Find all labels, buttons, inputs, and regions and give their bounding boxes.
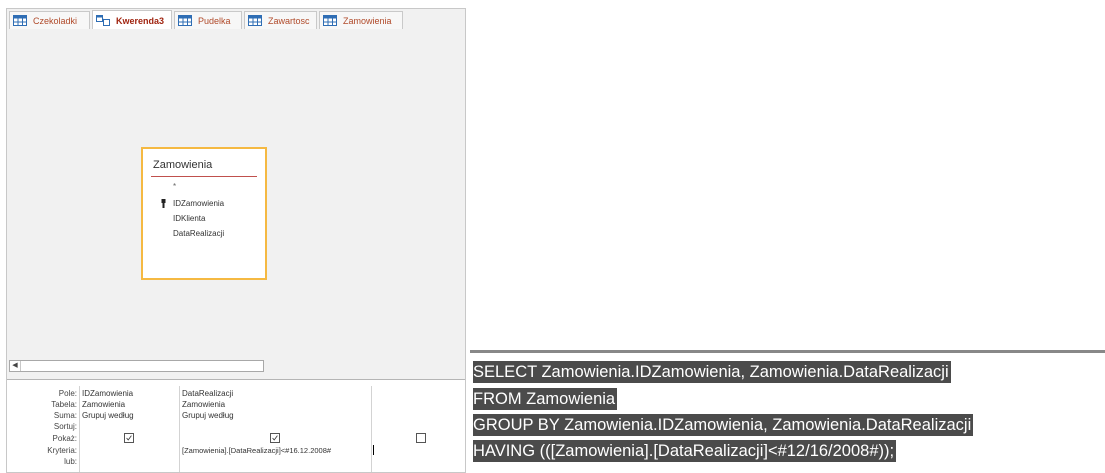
row-header-suma: Suma:	[53, 411, 77, 420]
sql-line-from: FROM Zamowienia	[473, 388, 618, 410]
tab-label: Czekoladki	[33, 15, 78, 26]
sql-line-group-by: GROUP BY Zamowienia.IDZamowienia, Zamowi…	[473, 414, 974, 436]
all-fields-item[interactable]: *	[173, 182, 176, 191]
document-tab-bar: Czekoladki Kwerenda3 Pudelka Zawartosc Z…	[7, 9, 465, 30]
table-icon	[178, 15, 192, 26]
table-field-list-title[interactable]: Zamowienia	[153, 159, 212, 171]
query-design-canvas[interactable]: Zamowienia * IDZamowienia IDKlienta Data…	[7, 29, 465, 360]
grid-cell-field[interactable]: IDZamowienia	[80, 388, 179, 399]
grid-cell-criteria[interactable]	[80, 445, 179, 456]
grid-cell-field[interactable]: DataRealizacji	[180, 388, 371, 399]
tab-label: Pudelka	[198, 15, 231, 26]
grid-row-pole: Pole: IDZamowienia DataRealizacji	[7, 388, 465, 399]
query-icon	[96, 15, 110, 26]
grid-row-lub: lub:	[7, 456, 465, 467]
grid-cell-sort[interactable]	[372, 421, 465, 432]
grid-row-tabela: Tabela: Zamowienia Zamowienia	[7, 399, 465, 410]
row-header-pokaz: Pokaż:	[52, 434, 77, 443]
grid-row-sortuj: Sortuj:	[7, 421, 465, 432]
grid-cell-sort[interactable]	[80, 421, 179, 432]
field-item[interactable]: DataRealizacji	[173, 229, 224, 238]
grid-cell-total[interactable]: Grupuj według	[80, 410, 179, 421]
field-item[interactable]: IDKlienta	[173, 214, 205, 223]
query-design-grid: Pole: IDZamowienia DataRealizacji Tabela…	[7, 379, 465, 472]
sql-line-select: SELECT Zamowienia.IDZamowienia, Zamowien…	[473, 361, 951, 383]
table-icon	[13, 15, 27, 26]
tab-kwerenda3[interactable]: Kwerenda3	[92, 10, 172, 30]
grid-cell-sort[interactable]	[180, 421, 371, 432]
primary-key-icon	[161, 199, 166, 208]
show-checkbox[interactable]	[124, 433, 134, 443]
grid-cell-criteria[interactable]	[372, 445, 465, 456]
tab-label: Kwerenda3	[116, 15, 165, 26]
row-header-sortuj: Sortuj:	[53, 422, 77, 431]
row-header-pole: Pole:	[58, 389, 77, 398]
tab-zamowienia[interactable]: Zamowienia	[319, 11, 403, 29]
grid-cell-field[interactable]	[372, 388, 465, 399]
row-header-tabela: Tabela:	[51, 400, 77, 409]
horizontal-scrollbar[interactable]: ◀	[9, 360, 264, 372]
tab-czekoladki[interactable]: Czekoladki	[9, 11, 90, 29]
table-icon	[248, 15, 262, 26]
grid-cell-table[interactable]	[372, 399, 465, 410]
tab-label: Zawartosc	[268, 15, 310, 26]
field-item[interactable]: IDZamowienia	[173, 199, 224, 208]
grid-cell-table[interactable]: Zamowienia	[80, 399, 179, 410]
table-icon	[323, 15, 337, 26]
row-header-lub: lub:	[64, 457, 77, 466]
access-query-designer: Czekoladki Kwerenda3 Pudelka Zawartosc Z…	[6, 8, 466, 473]
grid-cell-criteria[interactable]: [Zamowienia].[DataRealizacji]<#16.12.200…	[180, 445, 371, 456]
table-field-list-zamowienia[interactable]: Zamowienia * IDZamowienia IDKlienta Data…	[141, 147, 267, 280]
sql-view-snippet: SELECT Zamowienia.IDZamowienia, Zamowien…	[470, 350, 1105, 473]
scroll-left-arrow-icon[interactable]: ◀	[10, 361, 21, 371]
tab-pudelka[interactable]: Pudelka	[174, 11, 242, 29]
text-cursor	[373, 445, 374, 455]
grid-cell-table[interactable]: Zamowienia	[180, 399, 371, 410]
sql-top-border	[470, 350, 1105, 353]
grid-cell-total[interactable]: Grupuj według	[180, 410, 371, 421]
title-divider	[151, 176, 257, 177]
tab-label: Zamowienia	[343, 15, 392, 26]
grid-row-suma: Suma: Grupuj według Grupuj według	[7, 410, 465, 421]
grid-row-pokaz: Pokaż:	[7, 433, 465, 444]
show-checkbox[interactable]	[270, 433, 280, 443]
row-header-kryteria: Kryteria:	[47, 446, 77, 455]
sql-line-having: HAVING (([Zamowienia].[DataRealizacji]<#…	[473, 440, 897, 462]
show-checkbox[interactable]	[416, 433, 426, 443]
grid-cell-total[interactable]	[372, 410, 465, 421]
grid-row-kryteria: Kryteria: [Zamowienia].[DataRealizacji]<…	[7, 445, 465, 456]
tab-zawartosc[interactable]: Zawartosc	[244, 11, 317, 29]
